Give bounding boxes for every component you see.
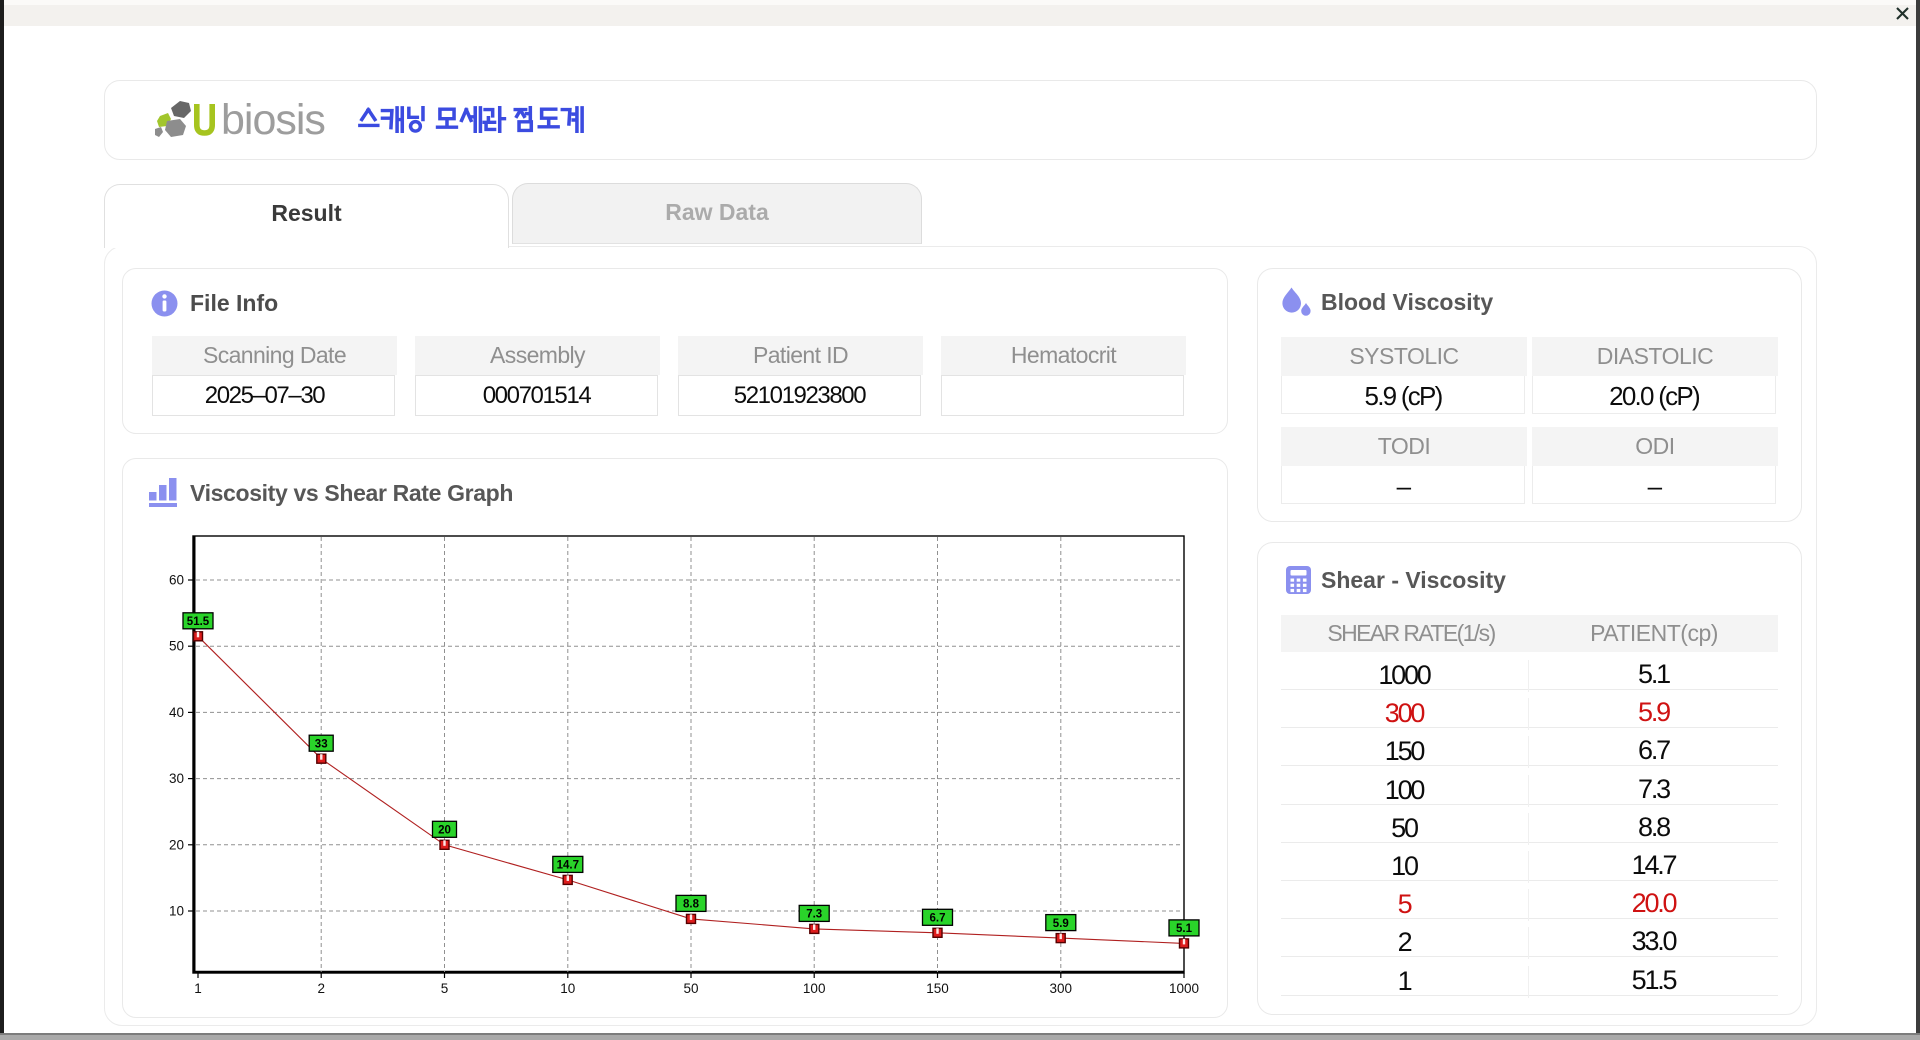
svg-text:300: 300: [1050, 981, 1073, 996]
svg-text:5.9: 5.9: [1053, 918, 1069, 930]
svg-text:100: 100: [803, 981, 826, 996]
svg-text:50: 50: [683, 981, 698, 996]
svg-text:6.7: 6.7: [930, 913, 946, 925]
svg-text:1000: 1000: [1169, 981, 1199, 996]
svg-text:20: 20: [169, 837, 184, 852]
svg-text:8.8: 8.8: [683, 899, 700, 911]
svg-text:60: 60: [169, 573, 184, 588]
svg-text:150: 150: [926, 981, 949, 996]
svg-text:7.3: 7.3: [806, 909, 822, 921]
svg-text:20: 20: [438, 825, 451, 837]
svg-text:51.5: 51.5: [187, 616, 210, 628]
svg-text:40: 40: [169, 705, 184, 720]
svg-text:1: 1: [194, 981, 202, 996]
svg-text:33: 33: [315, 738, 328, 750]
svg-text:5.1: 5.1: [1176, 923, 1193, 935]
svg-text:30: 30: [169, 771, 184, 786]
svg-text:10: 10: [560, 981, 575, 996]
svg-text:5: 5: [441, 981, 449, 996]
svg-text:2: 2: [317, 981, 325, 996]
svg-text:10: 10: [169, 904, 184, 919]
svg-text:50: 50: [169, 639, 184, 654]
svg-text:14.7: 14.7: [557, 860, 579, 872]
